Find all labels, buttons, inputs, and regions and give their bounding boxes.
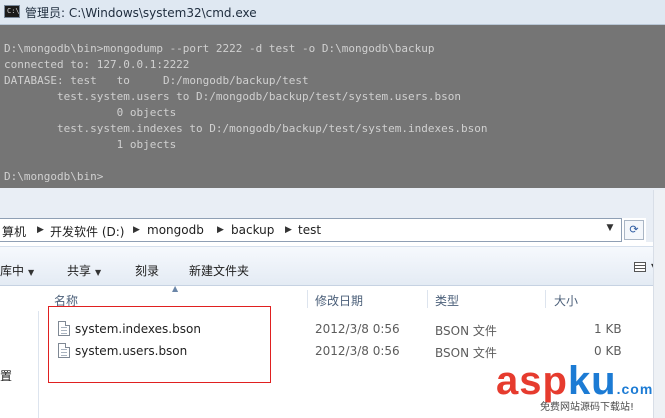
file-size: 1 KB (594, 322, 622, 336)
site-watermark: aspku.com 免费网站源码下载站! (496, 358, 664, 416)
watermark-suffix: .com (616, 381, 654, 397)
annotation-highlight-box (48, 306, 271, 383)
refresh-button[interactable]: ⟳ (624, 220, 644, 240)
console-icon: C:\ (4, 5, 20, 18)
navigation-pane[interactable] (0, 286, 39, 418)
include-in-library-button[interactable]: 库中 ▼ (0, 262, 34, 279)
breadcrumb-mongodb[interactable]: mongodb (147, 223, 204, 237)
chevron-right-icon[interactable]: ▶ (217, 225, 224, 235)
column-divider[interactable] (545, 290, 546, 308)
new-folder-button[interactable]: 新建文件夹 (189, 262, 249, 279)
file-size: 0 KB (594, 344, 622, 358)
chevron-right-icon[interactable]: ▶ (133, 225, 140, 235)
cmd-line: DATABASE: test to D:/mongodb/backup/test (4, 74, 309, 87)
breadcrumb-backup[interactable]: backup (231, 223, 274, 237)
cmd-window-title: 管理员: C:\Windows\system32\cmd.exe (25, 6, 257, 20)
cmd-line: 1 objects (4, 138, 177, 151)
chevron-down-icon[interactable]: ▼ (600, 223, 620, 239)
column-header-modified[interactable]: 修改日期 (315, 292, 363, 309)
command-toolbar: 库中▼ 共享▼ 刻录 新建文件夹 ▼ (0, 246, 665, 286)
watermark-text-left: asp (496, 359, 568, 403)
chevron-down-icon: ▼ (95, 268, 102, 277)
breadcrumb-test[interactable]: test (298, 223, 321, 237)
library-label: 库中 (0, 264, 25, 278)
watermark-text-right: ku (567, 359, 617, 403)
column-divider[interactable] (307, 290, 308, 308)
file-modified: 2012/3/8 0:56 (315, 344, 400, 358)
address-bar[interactable]: 算机 ▶ 开发软件 (D:) ▶ mongodb ▶ backup ▶ test… (0, 218, 622, 242)
chevron-down-icon: ▼ (28, 268, 35, 277)
cmd-prompt-line: D:\mongodb\bin> (4, 170, 104, 183)
chevron-right-icon[interactable]: ▶ (285, 225, 292, 235)
view-options-icon[interactable] (634, 262, 646, 272)
refresh-icon: ⟳ (629, 223, 639, 236)
chevron-right-icon[interactable]: ▶ (37, 225, 44, 235)
file-type: BSON 文件 (435, 346, 497, 360)
cmd-line: connected to: 127.0.0.1:2222 (4, 58, 190, 71)
share-button[interactable]: 共享 ▼ (67, 262, 101, 279)
sort-ascending-icon: ▲ (172, 284, 179, 293)
cmd-console[interactable]: D:\mongodb\bin>mongodump --port 2222 -d … (0, 25, 665, 188)
cmd-line: 0 objects (4, 106, 177, 119)
nav-pane-item[interactable]: 置 (0, 367, 12, 384)
watermark-subtitle: 免费网站源码下载站! (540, 402, 635, 413)
file-modified: 2012/3/8 0:56 (315, 322, 400, 336)
explorer-frame (0, 188, 665, 218)
breadcrumb-computer[interactable]: 算机 (2, 223, 26, 240)
burn-button[interactable]: 刻录 (135, 262, 159, 279)
cmd-line: test.system.users to D:/mongodb/backup/t… (4, 90, 461, 103)
column-header-size[interactable]: 大小 (554, 292, 578, 309)
share-label: 共享 (67, 264, 92, 278)
file-type: BSON 文件 (435, 324, 497, 338)
cmd-line: test.system.indexes to D:/mongodb/backup… (4, 122, 488, 135)
cmd-titlebar[interactable]: C:\ 管理员: C:\Windows\system32\cmd.exe (0, 0, 665, 25)
cmd-line: D:\mongodb\bin>mongodump --port 2222 -d … (4, 42, 435, 55)
breadcrumb-drive[interactable]: 开发软件 (D:) (50, 223, 124, 240)
column-divider[interactable] (427, 290, 428, 308)
column-header-type[interactable]: 类型 (435, 292, 459, 309)
